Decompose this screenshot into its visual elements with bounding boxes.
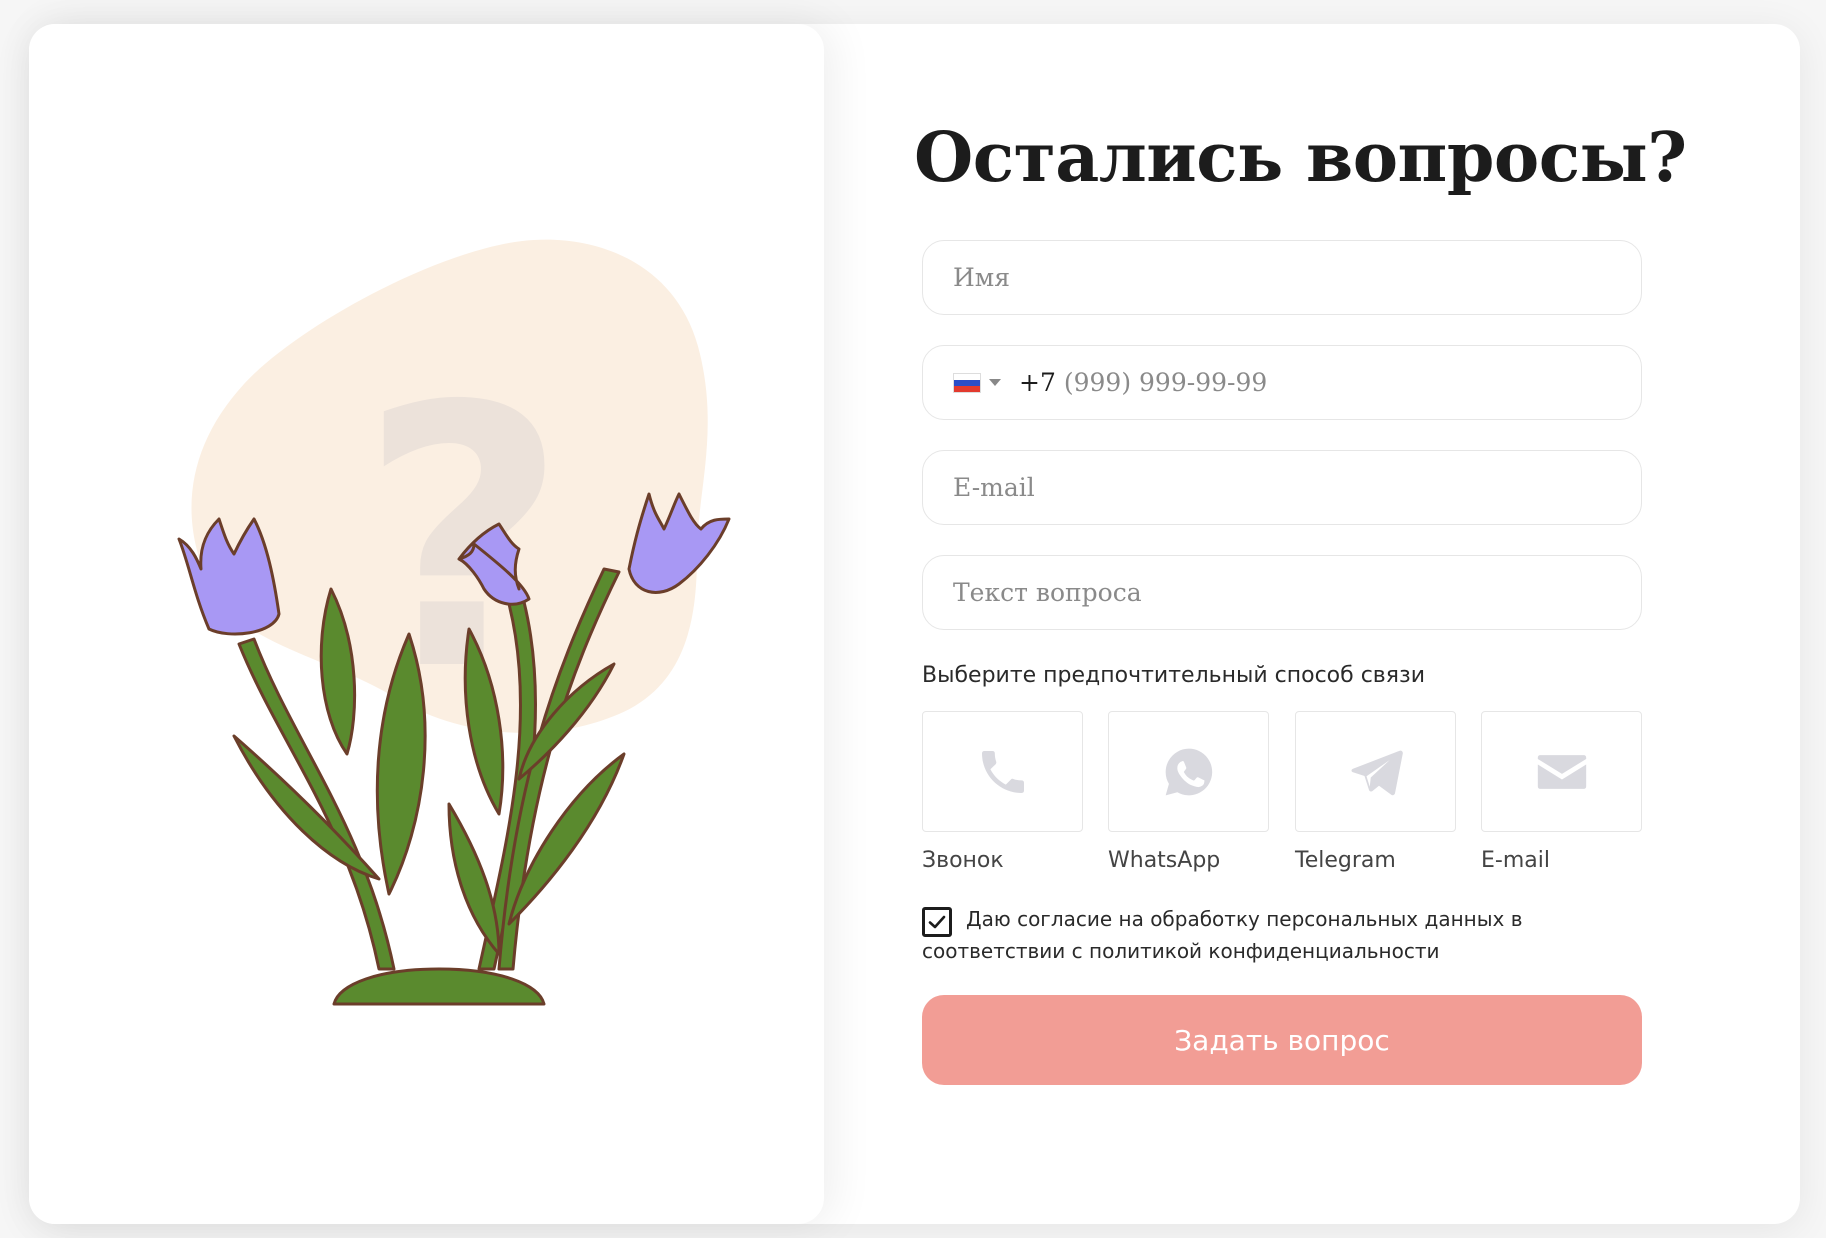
- checkmark-icon: [928, 915, 946, 929]
- contact-option-whatsapp-label: WhatsApp: [1108, 848, 1221, 873]
- email-input[interactable]: [953, 473, 1641, 502]
- dial-code: +7: [1019, 368, 1056, 397]
- page-title: Остались вопросы?: [914, 118, 1687, 198]
- chevron-down-icon[interactable]: [989, 379, 1001, 386]
- phone-input[interactable]: (999) 999-99-99: [1064, 368, 1267, 397]
- phone-field[interactable]: +7 (999) 999-99-99: [922, 345, 1642, 420]
- contact-option-call-label: Звонок: [922, 848, 1004, 873]
- contact-option-call[interactable]: [922, 711, 1083, 832]
- contact-option-whatsapp[interactable]: [1108, 711, 1269, 832]
- illustration-panel: ?: [29, 24, 824, 1224]
- leaf-6: [447, 802, 501, 956]
- question-field[interactable]: [922, 555, 1642, 630]
- contact-method-label: Выберите предпочтительный способ связи: [922, 663, 1425, 688]
- contact-option-telegram[interactable]: [1295, 711, 1456, 832]
- name-input[interactable]: [953, 263, 1641, 292]
- telegram-icon: [1351, 750, 1403, 795]
- contact-option-telegram-label: Telegram: [1295, 848, 1396, 873]
- contact-option-email[interactable]: [1481, 711, 1642, 832]
- ground: [332, 967, 546, 1006]
- mail-icon: [1537, 754, 1586, 789]
- flower-right: [627, 492, 731, 594]
- contact-option-email-label: E-mail: [1481, 848, 1550, 873]
- name-field[interactable]: [922, 240, 1642, 315]
- question-input[interactable]: [953, 578, 1641, 607]
- russia-flag-icon[interactable]: [953, 372, 981, 393]
- whatsapp-icon: [1165, 748, 1212, 795]
- submit-button[interactable]: Задать вопрос: [922, 995, 1642, 1085]
- consent-checkbox[interactable]: [922, 907, 952, 937]
- flowers-illustration: ?: [177, 239, 731, 1006]
- email-field[interactable]: [922, 450, 1642, 525]
- consent-text: Даю согласие на обработку персональных д…: [922, 907, 1523, 963]
- phone-icon: [981, 750, 1024, 793]
